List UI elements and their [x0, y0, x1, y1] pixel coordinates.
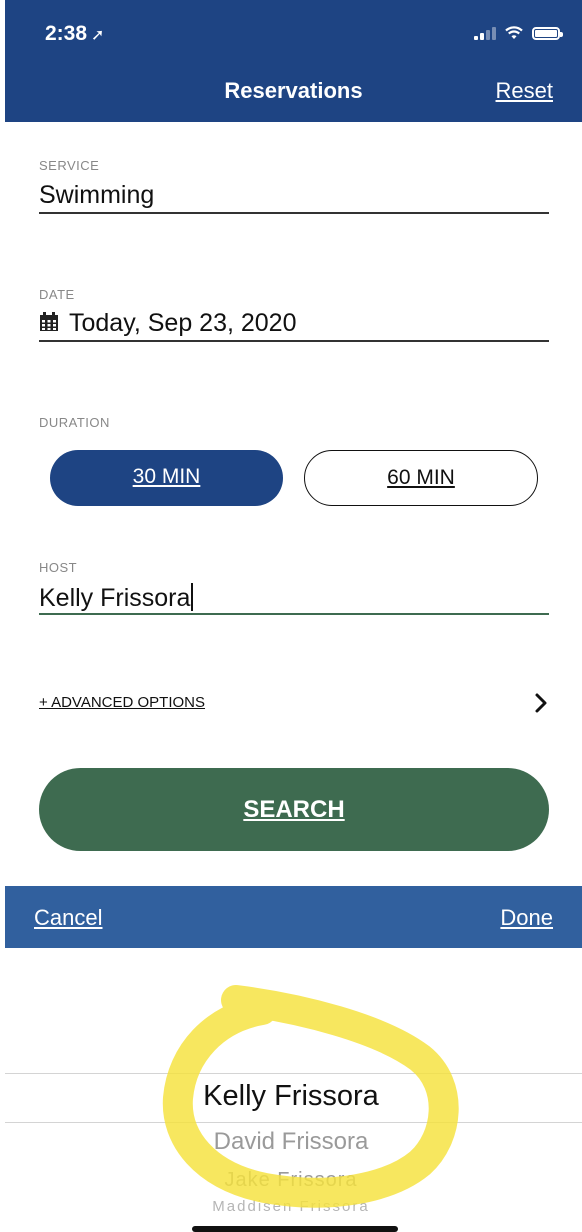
cancel-button[interactable]: Cancel	[34, 905, 102, 931]
status-icons	[474, 26, 563, 40]
picker-option[interactable]: Jake Frissora	[0, 1169, 582, 1192]
picker-option[interactable]: Maddisen Frissora	[0, 1198, 582, 1215]
picker-option[interactable]: David Frissora	[0, 1128, 582, 1156]
done-button[interactable]: Done	[500, 905, 553, 931]
battery-icon	[532, 26, 563, 40]
picker-option[interactable]: Kelly Frissora	[0, 1080, 582, 1113]
search-button[interactable]: SEARCH	[39, 768, 549, 851]
service-field[interactable]: Swimming	[39, 181, 549, 210]
reset-button[interactable]: Reset	[496, 78, 553, 104]
service-underline	[39, 212, 549, 214]
home-indicator	[192, 1226, 398, 1232]
picker-toolbar: Cancel Done	[5, 886, 582, 948]
navigation-header: 2:38 ➚ Reservations Reset	[5, 0, 582, 122]
location-arrow-icon: ➚	[91, 27, 105, 44]
date-value: Today, Sep 23, 2020	[69, 309, 297, 337]
service-label: SERVICE	[39, 158, 100, 173]
host-input[interactable]: Kelly Frissora	[39, 583, 549, 613]
date-field[interactable]: Today, Sep 23, 2020	[39, 309, 549, 338]
wifi-icon	[505, 26, 523, 39]
chevron-right-icon[interactable]	[534, 692, 548, 714]
date-label: DATE	[39, 287, 75, 302]
selection-line-top	[5, 1073, 582, 1074]
host-label: HOST	[39, 560, 78, 575]
status-time: 2:38 ➚	[45, 22, 105, 45]
duration-label: DURATION	[39, 415, 110, 430]
selection-line-bottom	[5, 1122, 582, 1123]
signal-icon	[474, 26, 496, 40]
advanced-options-link[interactable]: + ADVANCED OPTIONS	[39, 694, 205, 711]
host-picker-wheel[interactable]: Kelly Frissora David Frissora Jake Friss…	[0, 948, 582, 1232]
text-cursor	[191, 583, 194, 611]
host-underline	[39, 613, 549, 615]
duration-30-button[interactable]: 30 MIN	[50, 450, 283, 506]
duration-60-button[interactable]: 60 MIN	[304, 450, 538, 506]
date-underline	[39, 340, 549, 342]
host-value: Kelly Frissora	[39, 584, 191, 612]
calendar-icon	[40, 312, 58, 331]
